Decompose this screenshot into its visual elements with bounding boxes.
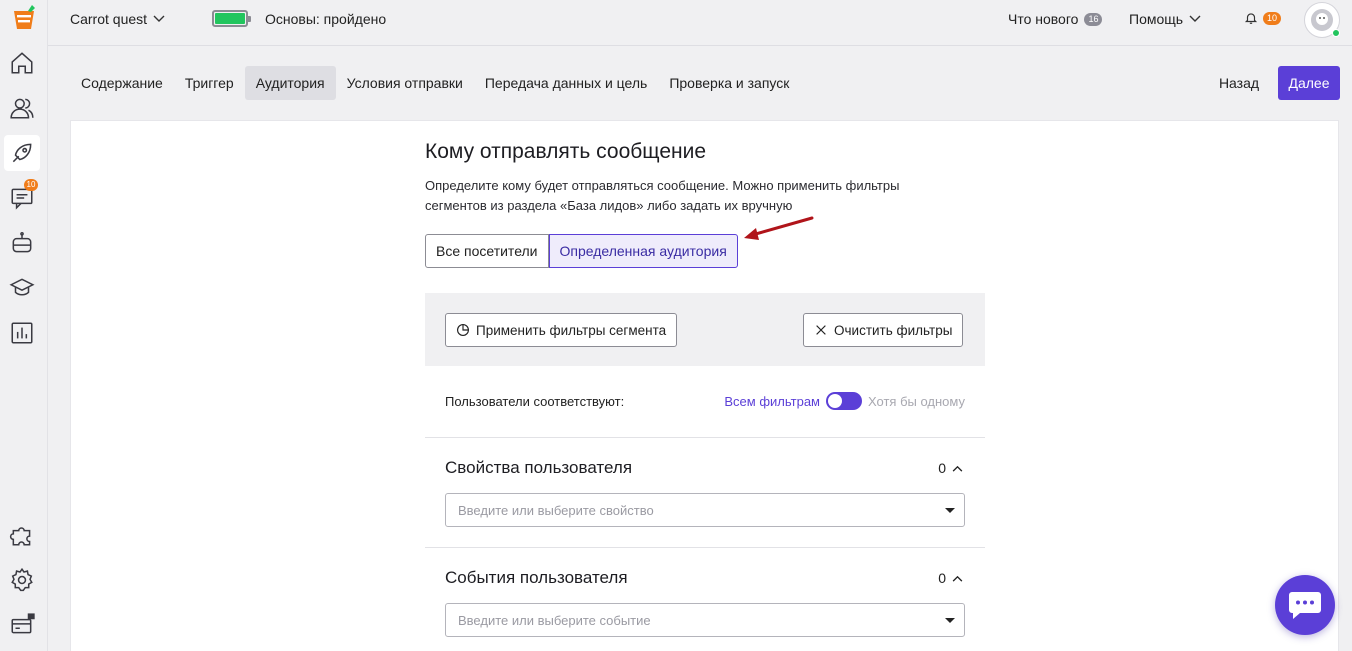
next-button[interactable]: Далее xyxy=(1278,66,1340,100)
apply-segment-filters-label: Применить фильтры сегмента xyxy=(476,322,667,338)
onboarding-status[interactable]: Основы: пройдено xyxy=(265,11,386,27)
project-switcher[interactable]: Carrot quest xyxy=(70,11,165,27)
notifications-button[interactable]: 10 xyxy=(1244,11,1282,25)
campaigns-rocket-icon[interactable] xyxy=(4,135,40,171)
pie-chart-icon xyxy=(457,324,469,336)
settings-gear-icon[interactable] xyxy=(4,562,40,598)
tab-data-and-goal[interactable]: Передача данных и цель xyxy=(474,66,658,100)
back-button[interactable]: Назад xyxy=(1206,66,1272,100)
whats-new-link[interactable]: Что нового 16 xyxy=(1008,11,1103,27)
conversations-icon[interactable]: 10 xyxy=(4,179,40,216)
filter-match-label: Пользователи соответствуют: xyxy=(445,394,625,409)
campaign-steps-tabs: Содержание Триггер Аудитория Условия отп… xyxy=(70,66,800,100)
tab-send-conditions[interactable]: Условия отправки xyxy=(336,66,474,100)
help-label: Помощь xyxy=(1129,11,1184,27)
clear-filters-button[interactable]: Очистить фильтры xyxy=(803,313,964,347)
top-bar: Carrot quest Основы: пройдено Что нового… xyxy=(48,0,1352,46)
user-properties-title: Свойства пользователя xyxy=(445,458,633,477)
match-all-option[interactable]: Всем фильтрам xyxy=(724,394,820,409)
divider xyxy=(425,547,985,548)
bell-icon xyxy=(1244,13,1258,24)
match-any-option[interactable]: Хотя бы одному xyxy=(868,394,965,409)
users-icon[interactable] xyxy=(4,90,40,126)
carrot-quest-logo-icon[interactable] xyxy=(8,3,40,35)
user-events-count: 0 xyxy=(938,570,946,586)
academy-graduation-cap-icon[interactable] xyxy=(4,270,40,306)
conversations-badge: 10 xyxy=(24,179,38,191)
user-events-count-toggle[interactable]: 0 xyxy=(938,570,963,586)
audience-type-switch: Все посетители Определенная аудитория xyxy=(425,234,738,268)
tab-content[interactable]: Содержание xyxy=(70,66,174,100)
user-property-select[interactable]: Введите или выберите свойство xyxy=(445,493,965,527)
user-properties-count: 0 xyxy=(938,460,946,476)
left-sidebar: 10 xyxy=(0,0,48,651)
filter-match-row: Пользователи соответствуют: Всем фильтра… xyxy=(445,392,965,410)
home-icon[interactable] xyxy=(4,45,40,81)
annotation-arrow-icon xyxy=(744,216,814,240)
billing-card-locked-icon[interactable] xyxy=(4,607,40,643)
filter-match-toggle[interactable] xyxy=(826,392,862,410)
page-title: Кому отправлять сообщение xyxy=(425,140,707,163)
chat-bubble-icon xyxy=(1289,592,1321,619)
project-name: Carrot quest xyxy=(70,11,148,27)
audience-description: Определите кому будет отправляться сообщ… xyxy=(425,178,900,213)
clear-filters-label: Очистить фильтры xyxy=(834,322,953,338)
user-events-title: События пользователя xyxy=(445,568,628,587)
close-icon xyxy=(816,325,826,335)
help-menu[interactable]: Помощь xyxy=(1129,11,1201,27)
chevron-up-icon xyxy=(952,465,963,472)
notifications-count-badge: 10 xyxy=(1263,11,1282,25)
user-properties-count-toggle[interactable]: 0 xyxy=(938,460,963,476)
onboarding-progress-battery-icon[interactable] xyxy=(212,10,251,27)
segment-filters-panel: Применить фильтры сегмента Очистить филь… xyxy=(425,293,985,366)
dropdown-caret-icon xyxy=(945,508,955,513)
dropdown-caret-icon xyxy=(945,618,955,623)
operator-avatar-icon xyxy=(1311,9,1333,31)
user-property-placeholder: Введите или выберите свойство xyxy=(458,502,654,518)
whats-new-label: Что нового xyxy=(1008,11,1079,27)
user-event-placeholder: Введите или выберите событие xyxy=(458,612,651,628)
chevron-up-icon xyxy=(952,575,963,582)
all-visitors-option[interactable]: Все посетители xyxy=(425,234,549,268)
tab-audience[interactable]: Аудитория xyxy=(244,66,336,100)
integrations-puzzle-icon[interactable] xyxy=(4,517,40,553)
apply-segment-filters-button[interactable]: Применить фильтры сегмента xyxy=(445,313,678,347)
user-avatar[interactable] xyxy=(1304,2,1340,38)
filter-match-toggle-group: Всем фильтрам Хотя бы одному xyxy=(724,392,965,410)
divider xyxy=(425,437,985,438)
whats-new-count-badge: 16 xyxy=(1084,12,1103,26)
tab-review-and-launch[interactable]: Проверка и запуск xyxy=(658,66,800,100)
chevron-down-icon xyxy=(153,15,165,22)
analytics-chart-icon[interactable] xyxy=(4,315,40,351)
specific-audience-option[interactable]: Определенная аудитория xyxy=(548,234,738,268)
chat-widget-button[interactable] xyxy=(1275,575,1335,635)
user-event-select[interactable]: Введите или выберите событие xyxy=(445,603,965,637)
chevron-down-icon xyxy=(1189,15,1201,22)
online-status-dot xyxy=(1332,29,1340,37)
tab-trigger[interactable]: Триггер xyxy=(174,66,245,100)
chatbot-icon[interactable] xyxy=(4,225,40,261)
